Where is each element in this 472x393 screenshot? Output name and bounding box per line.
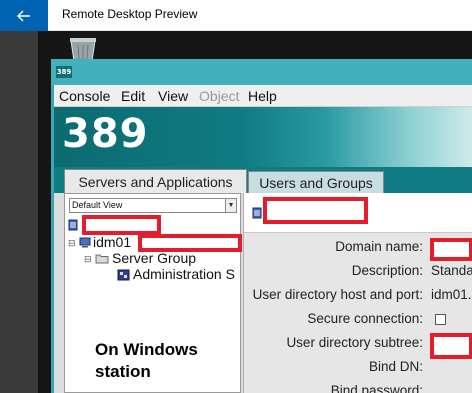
admin-server-icon [117,269,130,281]
details-panel: Domain name: Description: Standa User di… [243,193,472,393]
back-button[interactable] [0,0,48,31]
label-user-directory-host: User directory host and port: [252,287,423,302]
tab-strip: Servers and Applications Users and Group… [54,167,472,193]
tree-admin-server[interactable]: Administration S [133,266,235,282]
menu-console[interactable]: Console [59,88,110,104]
window-titlebar: Remote Desktop Preview [0,0,472,31]
label-secure-connection: Secure connection: [307,311,423,326]
recycle-bin-icon[interactable] [67,37,99,62]
annotation-line-2: station [95,362,151,381]
console-body: Console Edit View Object Help 389 Server… [54,85,472,393]
redacted-root-name [82,215,161,235]
value-description: Standa [431,263,472,278]
folder-icon [95,254,109,264]
secure-connection-checkbox[interactable] [435,314,446,325]
label-user-directory-subtree: User directory subtree: [286,335,423,350]
arrow-left-icon [17,9,30,22]
label-bind-password: Bind password: [330,383,423,393]
redacted-domain-name [430,238,472,261]
tab-users-and-groups[interactable]: Users and Groups [248,171,384,193]
view-select[interactable]: Default View ▼ [69,198,237,213]
value-user-directory-host: idm01.a [431,287,472,302]
annotation-line-1: On Windows [95,340,198,359]
console-app-icon: 389 [56,66,72,78]
menu-help[interactable]: Help [248,88,277,104]
menu-object: Object [199,88,240,104]
expander-host[interactable]: ⊟ [68,238,76,249]
console-titlebar: 389 [51,59,472,85]
directory-root-icon [68,219,78,231]
directory-server-icon [252,207,262,219]
banner-logo-text: 389 [62,111,149,157]
label-bind-dn: Bind DN: [368,359,423,374]
server-tree-panel: Default View ▼ ⊟ idm01 ⊟ Server Group Ad… [64,193,242,393]
tab-servers-and-applications[interactable]: Servers and Applications [64,169,247,193]
chevron-down-icon[interactable]: ▼ [225,199,236,212]
tree-server-group[interactable]: Server Group [112,250,196,266]
view-select-value: Default View [72,200,123,210]
console-window: 389 Console Edit View Object Help 389 Se… [51,59,472,393]
desktop-edge [0,31,38,393]
window-title: Remote Desktop Preview [62,7,198,21]
console-banner: 389 [54,107,472,167]
label-description: Description: [351,263,423,278]
expander-server-group[interactable]: ⊟ [84,254,92,265]
menu-view[interactable]: View [158,88,188,104]
redacted-server-name [263,197,368,224]
menu-bar: Console Edit View Object Help [54,85,472,107]
tree-host-label[interactable]: idm01 [93,234,131,250]
menu-edit[interactable]: Edit [121,88,145,104]
redacted-user-directory-subtree [430,333,472,359]
label-domain-name: Domain name: [335,239,423,254]
server-computer-icon [79,237,91,248]
details-header [244,193,472,233]
